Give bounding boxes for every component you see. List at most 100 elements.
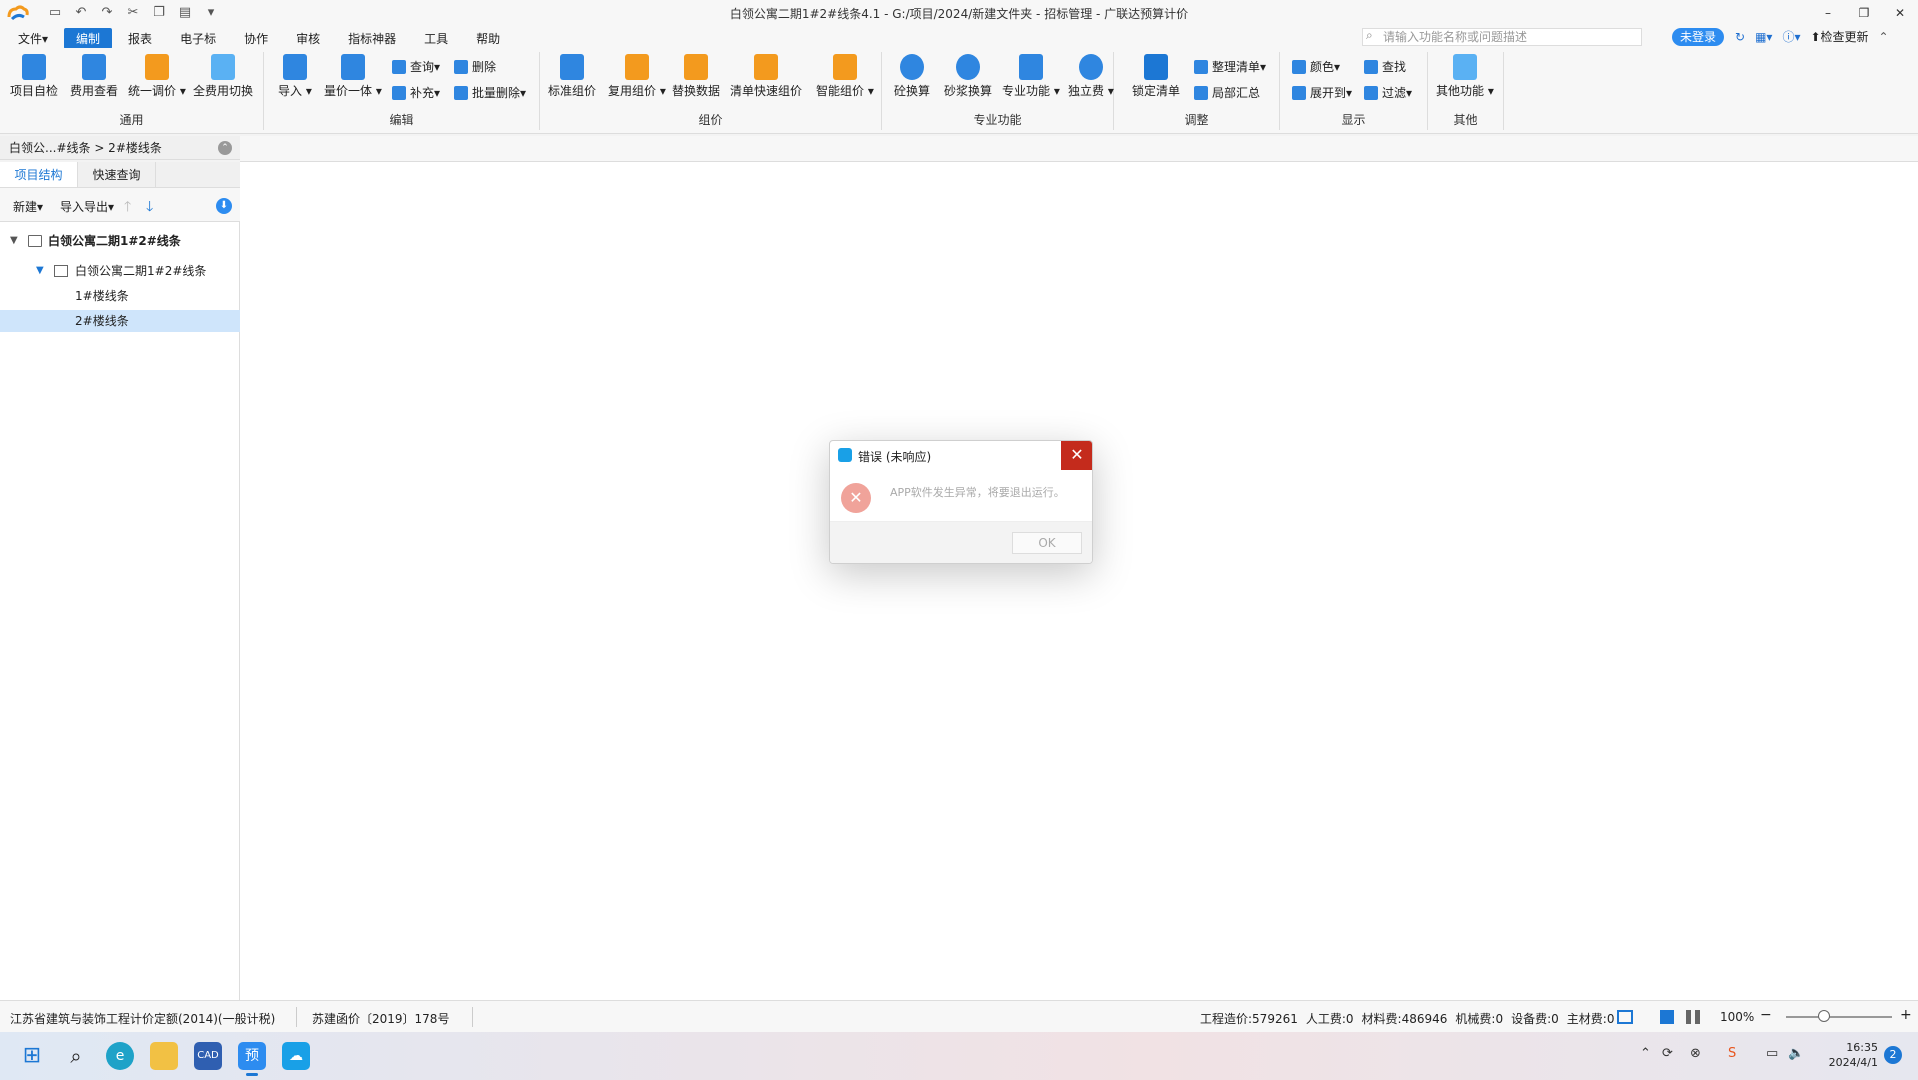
full-fee-switch-button[interactable]: 全费用切换 bbox=[193, 54, 253, 99]
edge-icon[interactable]: e bbox=[106, 1042, 134, 1070]
zoom-in-button[interactable]: + bbox=[1900, 1007, 1912, 1023]
qty-price-button[interactable]: 量价一体 ▾ bbox=[324, 54, 382, 99]
menu-tools[interactable]: 工具 bbox=[412, 28, 460, 49]
import-export-button[interactable]: 导入导出▾ bbox=[60, 198, 114, 215]
menu-help[interactable]: 帮助 bbox=[464, 28, 512, 49]
unify-adjust-button[interactable]: 统一调价 ▾ bbox=[128, 54, 186, 99]
zoom-slider[interactable] bbox=[1786, 1016, 1892, 1018]
layout-single-icon[interactable] bbox=[1660, 1010, 1674, 1024]
color-button[interactable]: 颜色 ▾ bbox=[1292, 58, 1340, 75]
cloud-app-icon[interactable]: ☁ bbox=[282, 1042, 310, 1070]
building-icon bbox=[28, 235, 42, 247]
group-adjust-title: 调整 bbox=[1184, 113, 1209, 127]
main-content bbox=[240, 162, 1918, 1000]
list-quick-pricing-button[interactable]: 清单快速组价 bbox=[730, 54, 802, 99]
volume-icon[interactable]: 🔈 bbox=[1788, 1046, 1804, 1061]
error-icon: ✕ bbox=[841, 483, 871, 513]
organize-list-button[interactable]: 整理清单 ▾ bbox=[1194, 58, 1266, 75]
smart-pricing-button[interactable]: 智能组价 ▾ bbox=[816, 54, 874, 99]
zoom-slider-thumb[interactable] bbox=[1818, 1010, 1830, 1022]
tree-node-project[interactable]: ▼ 白领公寓二期1#2#线条 bbox=[0, 260, 240, 282]
divider bbox=[472, 1007, 473, 1027]
group-display-title: 显示 bbox=[1341, 113, 1366, 127]
collapse-panel-icon[interactable]: ⌃ bbox=[218, 141, 232, 155]
notification-badge[interactable]: 2 bbox=[1884, 1046, 1902, 1064]
info-icon[interactable]: ⓘ▾ bbox=[1782, 28, 1800, 45]
find-button[interactable]: 查找 bbox=[1364, 58, 1406, 75]
fee-view-button[interactable]: 费用查看 bbox=[70, 54, 118, 99]
special-func-button[interactable]: 专业功能 ▾ bbox=[1002, 54, 1060, 99]
batch-delete-button[interactable]: 批量删除 ▾ bbox=[454, 84, 526, 101]
check-update-button[interactable]: ⬆检查更新 bbox=[1810, 28, 1868, 45]
collapse-arrow-icon[interactable]: ▼ bbox=[36, 260, 44, 282]
network-icon[interactable]: ▭ bbox=[1766, 1046, 1778, 1061]
menu-index[interactable]: 指标神器 bbox=[336, 28, 408, 49]
mortar-calc-icon bbox=[956, 54, 980, 80]
layout-split-icon[interactable] bbox=[1686, 1010, 1700, 1024]
zoom-out-button[interactable]: − bbox=[1760, 1007, 1772, 1023]
tab-project-structure[interactable]: 项目结构 bbox=[0, 162, 78, 187]
breadcrumb-text[interactable]: 白领公...#线条 > 2#楼线条 bbox=[9, 141, 162, 155]
budget-app-icon[interactable]: 预 bbox=[238, 1042, 266, 1076]
tree-node-unit-2[interactable]: 2#楼线条 bbox=[0, 310, 240, 332]
partial-summary-button[interactable]: 局部汇总 bbox=[1194, 84, 1260, 101]
self-check-button[interactable]: 项目自检 bbox=[10, 54, 58, 99]
independent-fee-button[interactable]: 独立费 ▾ bbox=[1068, 54, 1114, 99]
login-button[interactable]: 未登录 bbox=[1672, 28, 1724, 46]
project-tree: ▼ 白领公寓二期1#2#线条 ▼ 白领公寓二期1#2#线条 1#楼线条 2#楼线… bbox=[0, 222, 240, 1000]
restore-button[interactable]: ❐ bbox=[1846, 3, 1882, 23]
menu-collab[interactable]: 协作 bbox=[232, 28, 280, 49]
clock-time: 16:35 bbox=[1846, 1041, 1878, 1054]
search-icon[interactable]: ⌕ bbox=[62, 1042, 90, 1070]
concrete-calc-button[interactable]: 砼换算 bbox=[894, 54, 930, 99]
tree-node-root[interactable]: ▼ 白领公寓二期1#2#线条 bbox=[0, 230, 240, 252]
refresh-icon[interactable]: ↻ bbox=[1735, 30, 1745, 44]
ok-button[interactable]: OK bbox=[1012, 532, 1082, 554]
layout-normal-icon[interactable] bbox=[1617, 1010, 1633, 1024]
left-toolbar: 新建▾ 导入导出▾ 🡑 🡓 ⬇ bbox=[0, 188, 240, 222]
menu-review[interactable]: 审核 bbox=[284, 28, 332, 49]
expand-to-button[interactable]: 展开到 ▾ bbox=[1292, 84, 1352, 101]
collapse-arrow-icon[interactable]: ▼ bbox=[10, 230, 18, 252]
import-button[interactable]: 导入 ▾ bbox=[278, 54, 312, 99]
collapse-ribbon-icon[interactable]: ⌃ bbox=[1879, 30, 1889, 44]
folder-icon[interactable] bbox=[150, 1042, 178, 1070]
dialog-close-button[interactable]: ✕ bbox=[1061, 441, 1092, 470]
std-pricing-button[interactable]: 标准组价 bbox=[548, 54, 596, 99]
clock[interactable]: 16:35 2024/4/1 bbox=[1818, 1040, 1878, 1070]
other-func-button[interactable]: 其他功能 ▾ bbox=[1436, 54, 1494, 99]
tab-quick-query[interactable]: 快速查询 bbox=[78, 162, 156, 187]
tray-sync-icon[interactable]: ⟳ bbox=[1662, 1046, 1673, 1061]
mortar-calc-button[interactable]: 砂浆换算 bbox=[944, 54, 992, 99]
tray-input-icon[interactable]: S bbox=[1728, 1046, 1736, 1061]
lock-list-button[interactable]: 锁定清单 bbox=[1132, 54, 1180, 99]
reuse-pricing-button[interactable]: 复用组价 ▾ bbox=[608, 54, 666, 99]
minimize-button[interactable]: – bbox=[1810, 3, 1846, 23]
dialog-message: APP软件发生异常，将要退出运行。 bbox=[890, 486, 1065, 499]
query-button[interactable]: 查询 ▾ bbox=[392, 58, 440, 75]
menu-e-bid[interactable]: 电子标 bbox=[168, 28, 228, 49]
new-button[interactable]: 新建▾ bbox=[13, 198, 43, 215]
cad-icon[interactable]: CAD bbox=[194, 1042, 222, 1070]
machine-cost: 机械费:0 bbox=[1455, 1012, 1504, 1026]
filter-button[interactable]: 过滤 ▾ bbox=[1364, 84, 1412, 101]
menu-report[interactable]: 报表 bbox=[116, 28, 164, 49]
tray-close-icon[interactable]: ⊗ bbox=[1690, 1046, 1701, 1061]
apps-icon[interactable]: ▦▾ bbox=[1755, 30, 1772, 44]
move-up-icon[interactable]: 🡑 bbox=[124, 196, 131, 220]
menu-file[interactable]: 文件▾ bbox=[6, 28, 60, 49]
replace-data-button[interactable]: 替换数据 bbox=[672, 54, 720, 99]
tray-chevron-icon[interactable]: ⌃ bbox=[1640, 1046, 1651, 1061]
start-icon[interactable]: ⊞ bbox=[18, 1042, 46, 1070]
tree-node-unit-1[interactable]: 1#楼线条 bbox=[0, 285, 240, 307]
qty-price-icon bbox=[340, 54, 365, 80]
supplement-button[interactable]: 补充 ▾ bbox=[392, 84, 440, 101]
project-cost: 工程造价:579261 bbox=[1200, 1012, 1298, 1026]
close-button[interactable]: ✕ bbox=[1882, 3, 1918, 23]
delete-button[interactable]: 删除 bbox=[454, 58, 496, 75]
status-bar: 江苏省建筑与装饰工程计价定额(2014)(一般计税) 苏建函价〔2019〕178… bbox=[0, 1000, 1918, 1032]
function-search-input[interactable]: 请输入功能名称或问题描述 bbox=[1362, 28, 1642, 46]
move-down-icon[interactable]: 🡓 bbox=[146, 196, 153, 220]
download-icon[interactable]: ⬇ bbox=[216, 198, 232, 214]
menu-edit[interactable]: 编制 bbox=[64, 28, 113, 49]
